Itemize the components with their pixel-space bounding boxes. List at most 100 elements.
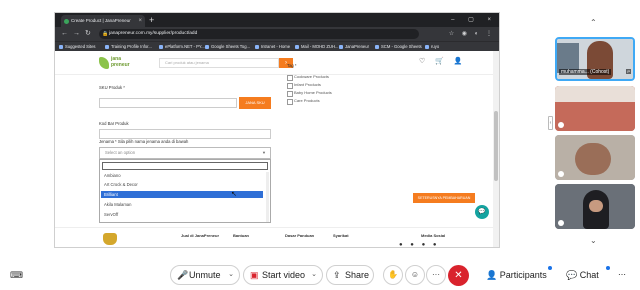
sku-input[interactable] xyxy=(99,98,237,108)
bookmark-item[interactable]: Training Profile Infor... xyxy=(105,43,152,51)
logo-mark-icon xyxy=(99,57,109,69)
site-header: jana preneur Cari produk atau jenama › ♡… xyxy=(55,51,495,75)
tag-label: Tag * xyxy=(287,63,297,68)
more-options-button[interactable]: ··· xyxy=(426,265,446,285)
sku-label: SKU Produk * xyxy=(99,85,125,90)
raise-hand-button[interactable]: ✋ xyxy=(383,265,403,285)
dropdown-scrollbar[interactable] xyxy=(266,172,269,222)
brand-select[interactable]: Select an option ▼ xyxy=(99,147,271,159)
collapse-sidebar-handle[interactable]: ‹ xyxy=(548,116,553,130)
dropdown-option[interactable]: Art Crock & Decor xyxy=(101,181,263,188)
share-button[interactable]: ⇪ Share xyxy=(326,265,374,285)
share-icon: ⇪ xyxy=(333,270,341,280)
chat-icon: 💬 xyxy=(566,270,578,280)
extension-icons[interactable]: ☆ ◉ ◐ ⋮ xyxy=(449,29,495,39)
crest-logo xyxy=(103,233,117,245)
bookmark-item[interactable]: Suggested Sites xyxy=(59,43,96,51)
footer-heading: Dasar Panduan xyxy=(285,233,315,238)
chevron-up-icon[interactable]: ⌃ xyxy=(590,18,597,27)
tag-checkbox[interactable]: Cookware Products xyxy=(287,73,332,81)
save-continue-button[interactable]: SETERUSNYA PEMBAHARUAN xyxy=(413,193,475,203)
dropdown-search-input[interactable] xyxy=(102,162,268,170)
new-tab-button[interactable]: + xyxy=(149,14,154,26)
reactions-button[interactable]: ☺ xyxy=(405,265,425,285)
chat-button[interactable]: 💬 Chat xyxy=(566,265,599,285)
meeting-window: Create Product | JanaPreneur × + – ▢ × ←… xyxy=(0,0,640,290)
brand-dropdown: Ambiano Art Crock & Decor Brilliant Akil… xyxy=(99,159,271,223)
participant-tile[interactable] xyxy=(555,184,635,229)
video-wall xyxy=(555,86,635,102)
start-video-button[interactable]: ▣ Start video ⌄ xyxy=(243,265,323,285)
bookmark-item[interactable]: ruyo xyxy=(425,43,439,51)
address-bar-row: ← → ↻ 🔒 janapreneur.com.my/supplier/prod… xyxy=(55,27,499,41)
barcode-label: Kod Bar Produk xyxy=(99,121,129,126)
participants-button[interactable]: 👤 Participants xyxy=(486,265,547,285)
forward-icon[interactable]: → xyxy=(73,29,80,39)
participant-tile[interactable]: muhamma... (Cohost) P xyxy=(555,37,635,81)
captions-icon[interactable]: ⌨ xyxy=(10,270,23,281)
url-field[interactable]: 🔒 janapreneur.com.my/supplier/product/ad… xyxy=(99,29,419,39)
tag-checkbox[interactable]: Baby Home Products xyxy=(287,89,332,97)
page-scrollbar[interactable] xyxy=(493,51,499,247)
window-controls[interactable]: – ▢ × xyxy=(451,14,497,26)
bookmark-item[interactable]: Mail - MOHD ZUH... xyxy=(295,43,338,51)
lock-icon: 🔒 xyxy=(102,31,109,37)
footer-heading: Bantuan xyxy=(233,233,249,238)
url-text: janapreneur.com.my/supplier/product/add xyxy=(109,31,198,36)
tab-close-icon[interactable]: × xyxy=(138,15,142,27)
bookmark-item[interactable]: JanaPreneur xyxy=(339,43,369,51)
brand-label: Jenama * Sila pilih nama jenama anda di … xyxy=(99,139,189,144)
scroll-thumb[interactable] xyxy=(494,111,498,181)
share-label: Share xyxy=(345,270,370,280)
bookmark-item[interactable]: ePlatform.NET - PY... xyxy=(159,43,205,51)
start-video-label: Start video xyxy=(262,270,306,280)
meeting-toolbar: ⌨ 🎤 Unmute ⌄ ▣ Start video ⌄ ⇪ Share ✋ ☺… xyxy=(0,258,640,290)
video-off-icon: ▣ xyxy=(250,270,259,280)
site-footer: Jual di JanaPreneur Bantuan Dasar Pandua… xyxy=(55,227,495,247)
header-icons[interactable]: ♡ 🛒 👤 xyxy=(419,57,467,65)
footer-heading: Syarikat xyxy=(333,233,349,238)
chat-bubble-icon[interactable]: 💬 xyxy=(475,205,489,219)
dropdown-option[interactable]: Ambiano xyxy=(101,172,263,179)
bookmark-item[interactable]: SCM - Google Sheets xyxy=(375,43,422,51)
select-placeholder: Select an option xyxy=(105,150,136,155)
generate-sku-button[interactable]: JANA SKU xyxy=(239,97,271,109)
site-logo[interactable]: jana preneur xyxy=(99,55,133,71)
video-person xyxy=(575,143,611,175)
chevron-down-icon: ▼ xyxy=(262,150,266,155)
participants-label: Participants xyxy=(499,270,547,280)
tag-checkbox[interactable]: Infant Products xyxy=(287,81,332,89)
footer-heading: Media Sosial xyxy=(421,233,446,238)
social-icons[interactable]: ● ● ● ● xyxy=(399,242,440,247)
browser-tab[interactable]: Create Product | JanaPreneur × xyxy=(61,15,145,27)
mic-muted-icon: 🎤 xyxy=(177,270,189,280)
web-page: jana preneur Cari produk atau jenama › ♡… xyxy=(55,51,495,247)
notification-dot xyxy=(606,266,610,270)
back-icon[interactable]: ← xyxy=(61,29,68,39)
reload-icon[interactable]: ↻ xyxy=(85,29,91,39)
mouse-cursor-icon: ↖ xyxy=(231,191,237,198)
unmute-button[interactable]: 🎤 Unmute ⌄ xyxy=(170,265,240,285)
site-search-input[interactable]: Cari produk atau jenama xyxy=(159,58,279,68)
chevron-down-icon[interactable]: ⌄ xyxy=(590,236,597,245)
participant-tile[interactable] xyxy=(555,86,635,131)
logo-text: jana preneur xyxy=(111,56,130,68)
more-icon[interactable]: ⋯ xyxy=(618,265,626,285)
dropdown-option[interactable]: Akila Malaman xyxy=(101,201,263,208)
participant-tile[interactable] xyxy=(555,135,635,180)
video-face xyxy=(589,200,603,212)
tag-checkbox[interactable]: Care Products xyxy=(287,97,332,105)
leave-meeting-button[interactable]: ✕ xyxy=(448,265,469,286)
mic-icon xyxy=(558,220,564,226)
barcode-input[interactable] xyxy=(99,129,271,139)
favicon-icon xyxy=(64,19,69,24)
dropdown-option-selected[interactable]: Brilliant xyxy=(101,191,263,198)
bookmark-item[interactable]: Google Sheets Tog... xyxy=(205,43,250,51)
mic-icon xyxy=(558,122,564,128)
chevron-down-icon[interactable]: ⌄ xyxy=(228,266,234,284)
bookmark-item[interactable]: Intranet - Home xyxy=(255,43,290,51)
chat-label: Chat xyxy=(579,270,599,280)
dropdown-option[interactable]: ServOff xyxy=(101,211,263,218)
browser-tab-bar: Create Product | JanaPreneur × + – ▢ × xyxy=(55,13,499,27)
chevron-down-icon[interactable]: ⌄ xyxy=(311,266,317,284)
